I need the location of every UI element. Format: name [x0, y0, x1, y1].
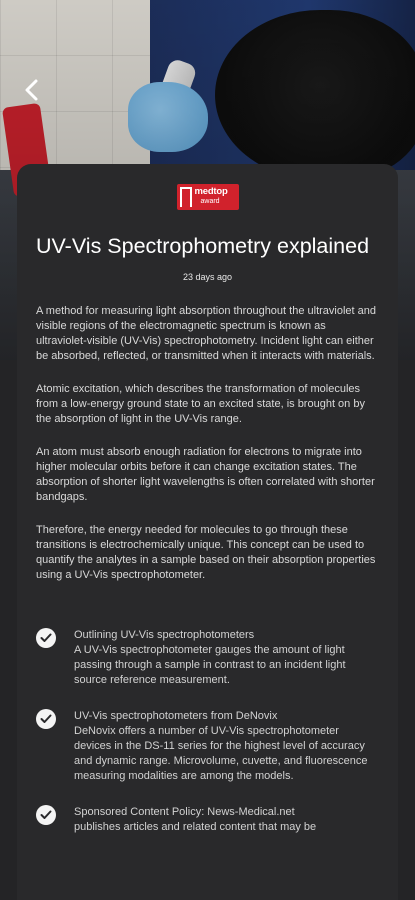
- related-item-desc: A UV-Vis spectrophotometer gauges the am…: [74, 644, 346, 686]
- article-timestamp: 23 days ago: [182, 272, 233, 282]
- article-paragraph: An atom must absorb enough radiation for…: [36, 446, 375, 503]
- related-item-title: Sponsored Content Policy: News-Medical.n…: [74, 806, 295, 818]
- check-circle-icon: [36, 805, 56, 825]
- article-title: UV-Vis Spectrophometry explained: [36, 234, 370, 258]
- related-item-text: Outlining UV-Vis spectrophotometers A UV…: [74, 628, 379, 688]
- article-paragraph: Therefore, the energy needed for molecul…: [36, 524, 376, 581]
- related-item[interactable]: Outlining UV-Vis spectrophotometers A UV…: [36, 628, 379, 688]
- medtop-award-logo: medtop award: [176, 184, 239, 210]
- logo-text-bottom: award: [200, 198, 220, 205]
- related-item-title: Outlining UV-Vis spectrophotometers: [74, 629, 255, 641]
- logo-mark: [179, 187, 192, 207]
- related-list: Outlining UV-Vis spectrophotometers A UV…: [36, 628, 379, 835]
- article-screen: medtop award UV-Vis Spectrophometry expl…: [0, 0, 415, 900]
- chevron-left-icon: [25, 79, 38, 101]
- related-item-text: Sponsored Content Policy: News-Medical.n…: [74, 805, 379, 835]
- article-card: medtop award UV-Vis Spectrophometry expl…: [17, 164, 398, 900]
- related-item-desc: publishes articles and related content t…: [74, 821, 317, 833]
- back-button[interactable]: [16, 74, 48, 106]
- related-item[interactable]: Sponsored Content Policy: News-Medical.n…: [36, 805, 379, 835]
- logo-text-top: medtop: [194, 186, 228, 197]
- related-item-desc: DeNovix offers a number of UV-Vis spectr…: [74, 725, 368, 782]
- article-paragraph: A method for measuring light absorption …: [36, 305, 376, 362]
- related-item[interactable]: UV-Vis spectrophotometers from DeNovix D…: [36, 709, 379, 784]
- related-item-text: UV-Vis spectrophotometers from DeNovix D…: [74, 709, 379, 784]
- check-circle-icon: [36, 709, 56, 729]
- check-circle-icon: [36, 628, 56, 648]
- article-paragraph: Atomic excitation, which describes the t…: [36, 383, 365, 425]
- related-item-title: UV-Vis spectrophotometers from DeNovix: [74, 710, 278, 722]
